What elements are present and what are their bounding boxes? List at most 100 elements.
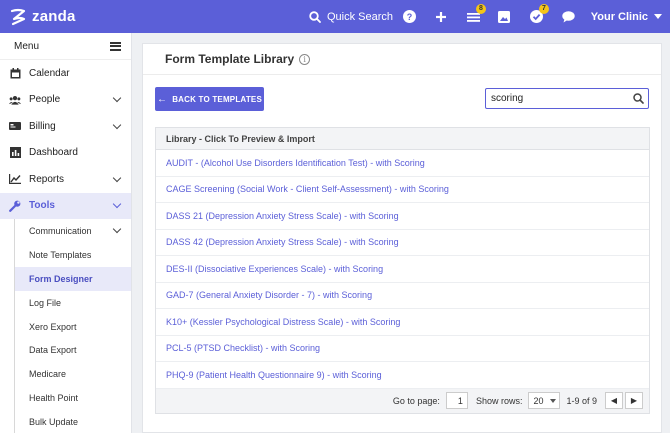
chevron-down-icon: [550, 398, 557, 403]
menu-label: Menu: [14, 40, 40, 52]
sidebar-subitem-label: Note Templates: [29, 249, 92, 260]
rows-per-page-value: 20: [533, 395, 544, 406]
messages-button[interactable]: [555, 0, 581, 33]
sidebar-item-tools[interactable]: Tools: [0, 192, 131, 219]
sidebar-subitem-label: Xero Export: [29, 321, 77, 332]
sidebar-item-calendar[interactable]: Calendar: [0, 60, 131, 87]
table-row[interactable]: DES-II (Dissociative Experiences Scale) …: [156, 256, 649, 283]
menu-header: Menu: [0, 33, 131, 60]
table-row[interactable]: DASS 42 (Depression Anxiety Stress Scale…: [156, 230, 649, 256]
plus-icon: [436, 11, 446, 22]
tasks-badge: 8: [476, 4, 486, 14]
sidebar-item-reports[interactable]: Reports: [0, 166, 131, 193]
back-button-label: BACK TO TEMPLATES: [172, 94, 262, 104]
svg-text:?: ?: [406, 12, 412, 22]
wrench-icon: [9, 200, 21, 212]
people-icon: [9, 94, 21, 106]
sidebar-subitem-label: Health Point: [29, 393, 79, 404]
sidebar-subitem-label: Data Export: [29, 345, 77, 356]
table-footer: Go to page: 1 Show rows: 20 1-9 of 9 ◀ ▶: [156, 388, 649, 413]
back-to-templates-button[interactable]: ← BACK TO TEMPLATES: [155, 87, 264, 111]
clinic-label: Your Clinic: [590, 10, 648, 23]
sidebar-subitem-communication[interactable]: Communication: [15, 219, 131, 243]
sidebar-subitem-form-designer[interactable]: Form Designer: [15, 266, 131, 291]
chat-bubble-icon: [561, 10, 575, 22]
quick-search-label: Quick Search: [327, 10, 394, 23]
sidebar-item-label: Tools: [29, 200, 55, 212]
page-header: Form Template Library i: [143, 44, 661, 75]
sidebar-subitem-label: Communication: [29, 225, 92, 236]
sidebar-subitem-label: Form Designer: [29, 273, 93, 284]
image-icon: [498, 10, 510, 23]
sidebar-subitem-medicare[interactable]: Medicare: [15, 362, 131, 386]
main-panel: Form Template Library i ← BACK TO TEMPLA…: [142, 43, 662, 433]
next-page-button[interactable]: ▶: [625, 392, 643, 409]
checks-button[interactable]: 7: [523, 0, 549, 33]
dashboard-icon: [9, 147, 21, 159]
reports-icon: [9, 173, 21, 185]
search-icon[interactable]: [628, 93, 648, 104]
tools-submenu: Communication Note Templates Form Design…: [14, 219, 131, 433]
zanda-logo-icon: [10, 8, 26, 25]
sidebar-item-people[interactable]: People: [0, 87, 131, 114]
chevron-down-icon: [112, 94, 122, 103]
chevron-down-icon: [654, 14, 662, 19]
goto-page-input[interactable]: 1: [445, 392, 468, 409]
sidebar-item-billing[interactable]: Billing: [0, 113, 131, 140]
help-icon: ?: [402, 10, 416, 23]
quick-search-button[interactable]: Quick Search: [309, 0, 393, 33]
sidebar-subitem-label: Medicare: [29, 369, 67, 380]
sidebar-subitem-label: Log File: [29, 297, 62, 308]
sidebar-item-label: Reports: [29, 173, 65, 185]
chevron-right-icon: ▶: [630, 396, 638, 405]
checks-badge: 7: [539, 4, 549, 14]
add-button[interactable]: [428, 0, 454, 33]
table-row[interactable]: CAGE Screening (Social Work - Client Sel…: [156, 177, 649, 203]
image-button[interactable]: [491, 0, 517, 33]
clinic-menu[interactable]: Your Clinic: [591, 0, 662, 33]
table-row[interactable]: PCL-5 (PTSD Checklist) - with Scoring: [156, 336, 649, 362]
search-icon: [309, 10, 321, 23]
tasks-button[interactable]: 8: [460, 0, 486, 33]
sidebar-subitem-log-file[interactable]: Log File: [15, 291, 131, 315]
brand-name: zanda: [32, 8, 76, 25]
table-row[interactable]: PHQ-9 (Patient Health Questionnaire 9) -…: [156, 362, 649, 389]
rows-per-page-select[interactable]: 20: [528, 392, 561, 409]
sidebar-subitem-note-templates[interactable]: Note Templates: [15, 243, 131, 267]
sidebar-subitem-label: Bulk Update: [29, 417, 79, 428]
table-row[interactable]: GAD-7 (General Anxiety Disorder - 7) - w…: [156, 283, 649, 309]
sidebar-item-label: Billing: [29, 120, 56, 132]
template-search: [485, 88, 649, 109]
page-title: Form Template Library: [165, 52, 295, 66]
hamburger-icon[interactable]: [110, 41, 121, 51]
template-library-table: Library - Click To Preview & Import AUDI…: [155, 127, 650, 414]
table-header: Library - Click To Preview & Import: [156, 128, 649, 150]
sidebar-item-dashboard[interactable]: Dashboard: [0, 140, 131, 167]
sidebar-subitem-bulk-update[interactable]: Bulk Update: [15, 410, 131, 433]
chevron-down-icon: [112, 173, 122, 182]
prev-page-button[interactable]: ◀: [605, 392, 623, 409]
chevron-down-icon: [112, 225, 122, 234]
billing-icon: [9, 120, 21, 132]
sidebar-subitem-xero-export[interactable]: Xero Export: [15, 315, 131, 339]
sidebar-item-label: Dashboard: [29, 147, 78, 159]
arrow-left-icon: ←: [157, 93, 168, 105]
chevron-down-icon: [112, 120, 122, 129]
sidebar: Menu Calendar People Billing Dashboard R…: [0, 33, 132, 433]
page-range: 1-9 of 9: [566, 395, 597, 406]
table-row[interactable]: DASS 21 (Depression Anxiety Stress Scale…: [156, 203, 649, 230]
sidebar-item-label: People: [29, 94, 61, 106]
help-button[interactable]: ?: [396, 0, 422, 33]
chevron-down-icon: [112, 200, 122, 209]
sidebar-subitem-health-point[interactable]: Health Point: [15, 386, 131, 410]
search-input[interactable]: [491, 93, 628, 104]
goto-page-label: Go to page:: [392, 395, 440, 406]
table-row[interactable]: AUDIT - (Alcohol Use Disorders Identific…: [156, 150, 649, 177]
brand[interactable]: zanda: [0, 0, 132, 33]
info-icon[interactable]: i: [299, 53, 311, 65]
table-row[interactable]: K10+ (Kessler Psychological Distress Sca…: [156, 309, 649, 336]
show-rows-label: Show rows:: [475, 395, 523, 406]
calendar-icon: [9, 67, 21, 79]
sidebar-subitem-data-export[interactable]: Data Export: [15, 338, 131, 362]
top-bar: zanda Quick Search ? 8 7 Your Clinic: [0, 0, 670, 33]
